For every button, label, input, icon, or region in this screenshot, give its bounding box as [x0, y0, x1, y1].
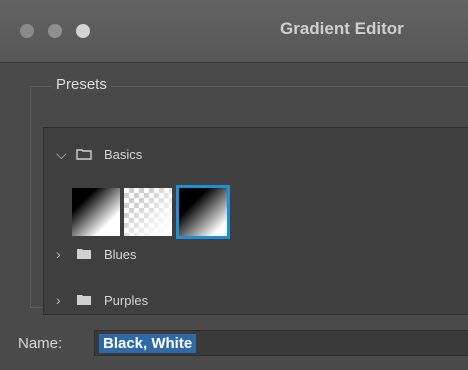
folder-label-basics: Basics	[104, 147, 143, 162]
folder-blues[interactable]: › Blues	[44, 244, 468, 268]
chevron-down-icon[interactable]: ⌵	[56, 146, 67, 163]
gradient-swatch[interactable]	[124, 188, 172, 236]
presets-heading: Presets	[52, 76, 111, 93]
gradient-swatch[interactable]	[72, 188, 120, 236]
window-title: Gradient Editor	[280, 19, 404, 38]
folder-open-icon	[76, 149, 92, 160]
name-input[interactable]: Black, White	[94, 330, 468, 356]
basics-swatches	[72, 185, 242, 239]
presets-group: ⌵ Basics › Blues › Purples	[30, 86, 468, 315]
close-window-button[interactable]	[20, 24, 34, 38]
name-row: Name: Black, White	[0, 328, 468, 358]
folder-label-purples: Purples	[104, 293, 149, 308]
presets-tree[interactable]: ⌵ Basics › Blues › Purples	[43, 127, 468, 315]
folder-icon	[77, 249, 91, 259]
name-label: Name:	[18, 335, 63, 352]
folder-icon	[77, 295, 91, 305]
folder-basics[interactable]: ⌵ Basics	[44, 144, 468, 168]
name-input-value: Black, White	[99, 334, 197, 353]
zoom-window-button[interactable]	[76, 24, 90, 38]
gradient-swatch-selected[interactable]	[176, 185, 230, 239]
editor-content: ⌵ Basics › Blues › Purples Presets Name:…	[0, 63, 468, 370]
minimize-window-button[interactable]	[48, 24, 62, 38]
folder-label-blues: Blues	[104, 247, 137, 262]
chevron-right-icon[interactable]: ›	[56, 246, 61, 262]
chevron-right-icon[interactable]: ›	[56, 292, 61, 308]
title-bar: Gradient Editor	[0, 0, 468, 63]
folder-purples[interactable]: › Purples	[44, 290, 468, 314]
